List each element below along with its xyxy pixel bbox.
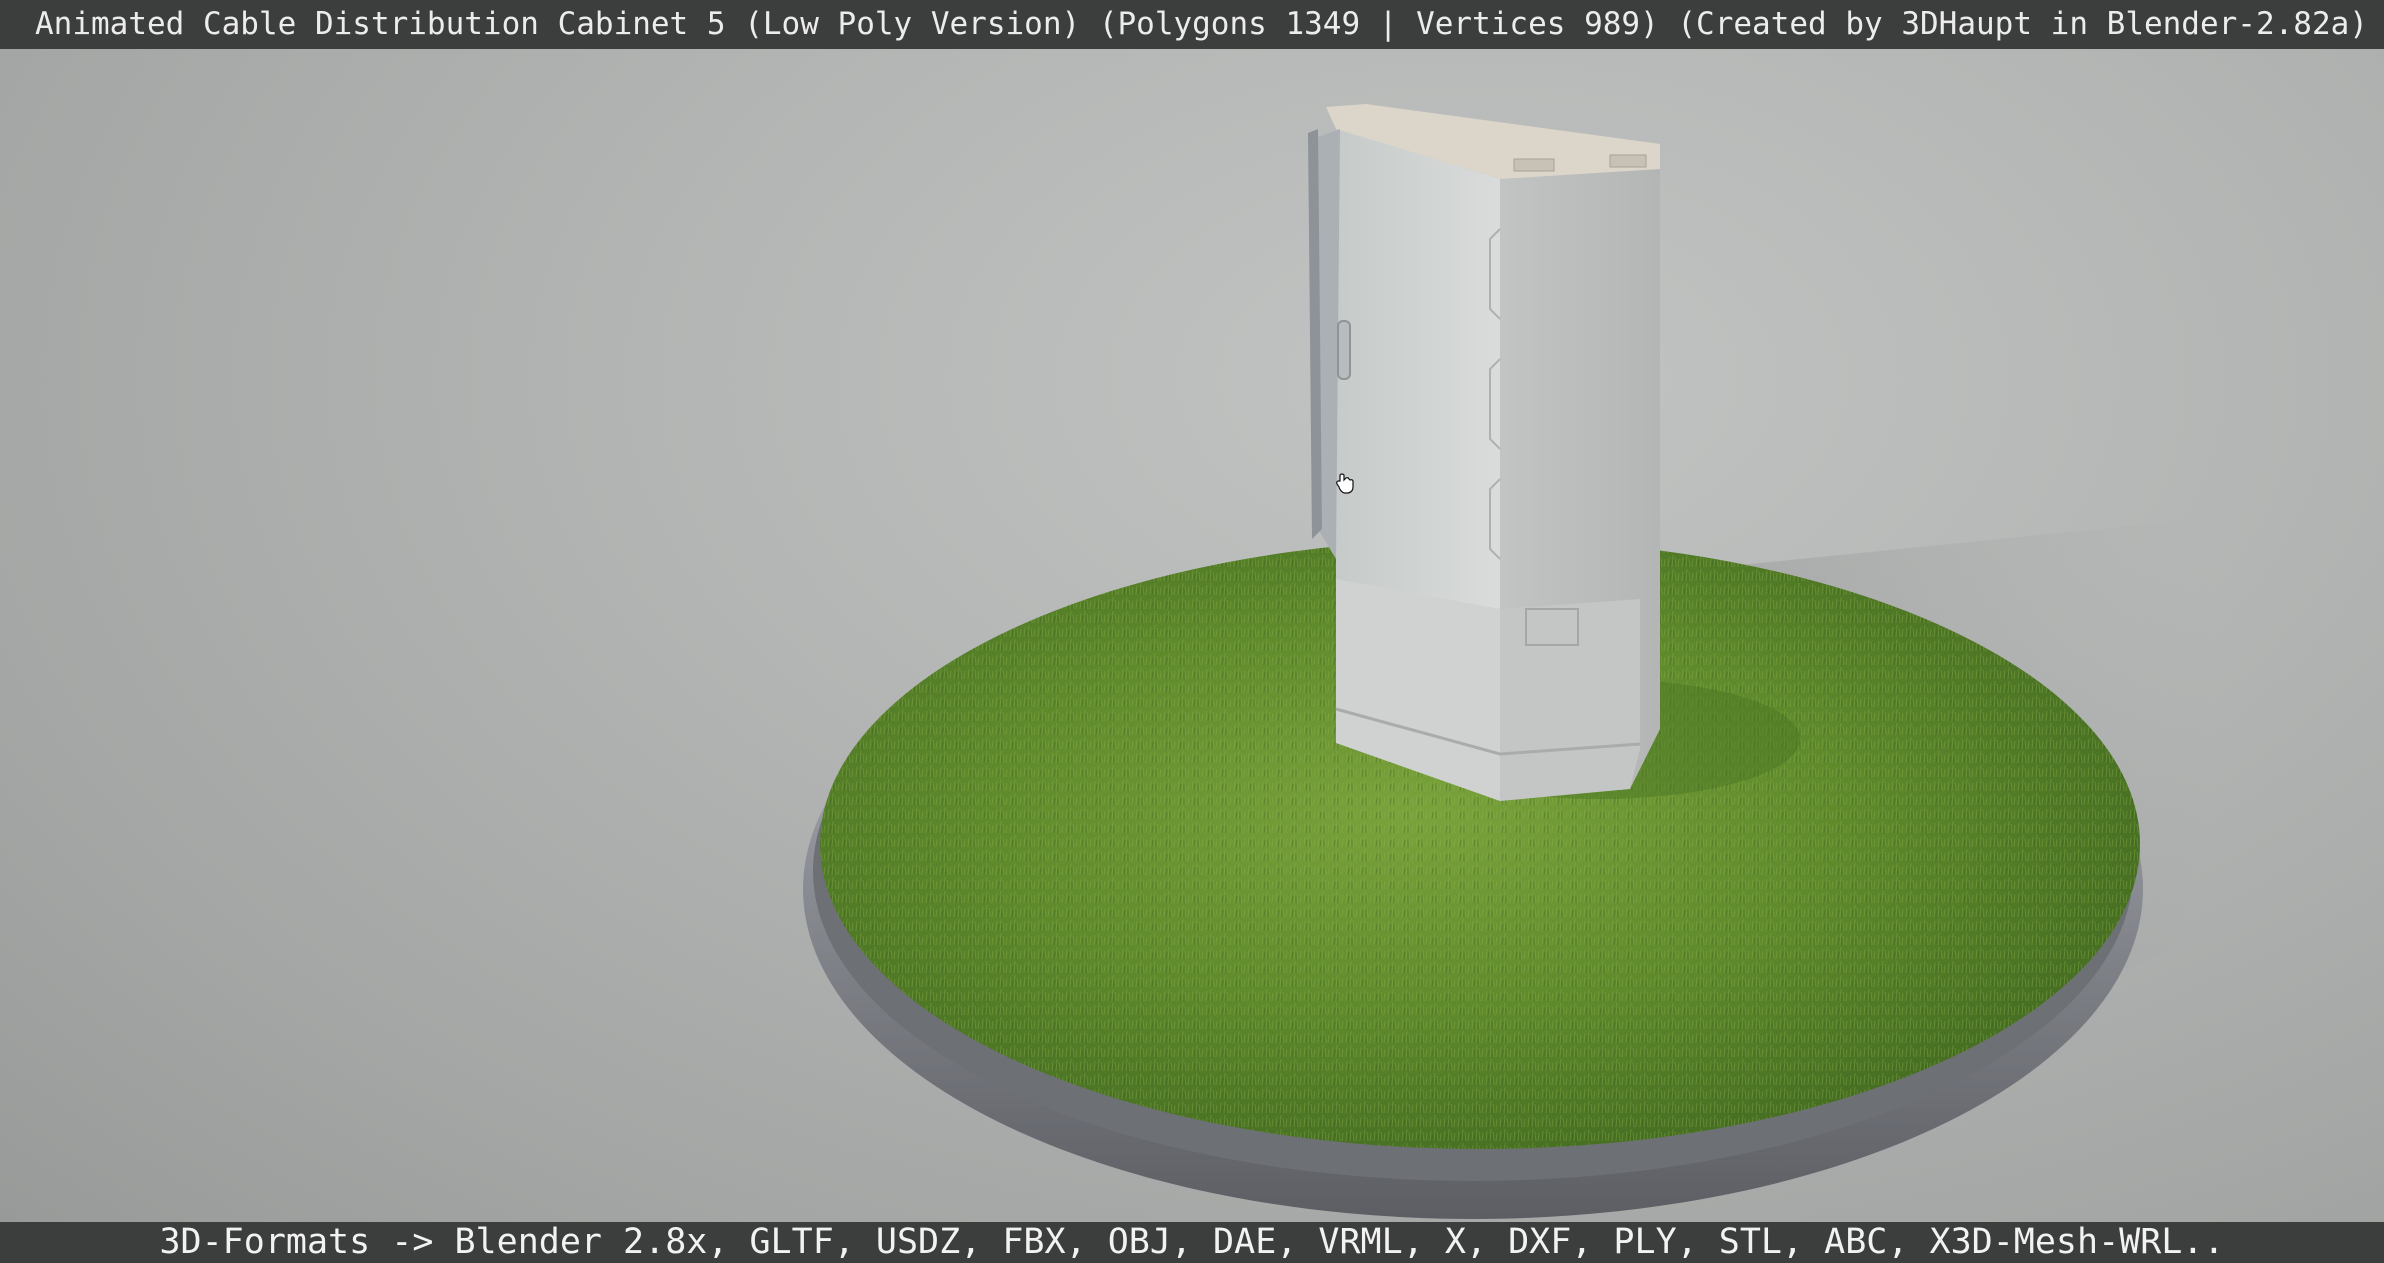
lid-vent-right: [1609, 154, 1647, 168]
cable-cabinet[interactable]: [1308, 104, 1660, 801]
scene-render[interactable]: [0, 49, 2384, 1222]
formats-bar: 3D-Formats -> Blender 2.8x, GLTF, USDZ, …: [0, 1222, 2384, 1263]
formats-text: 3D-Formats -> Blender 2.8x, GLTF, USDZ, …: [159, 1222, 2225, 1262]
title-bar: Animated Cable Distribution Cabinet 5 (L…: [0, 0, 2384, 49]
cabinet-plinth-side: [1500, 599, 1640, 801]
door-handle[interactable]: [1337, 320, 1351, 380]
3d-viewport[interactable]: [0, 49, 2384, 1222]
model-title: Animated Cable Distribution Cabinet 5 (L…: [35, 6, 2368, 42]
lid-vent-left: [1513, 158, 1555, 172]
viewer-window: Animated Cable Distribution Cabinet 5 (L…: [0, 0, 2384, 1263]
